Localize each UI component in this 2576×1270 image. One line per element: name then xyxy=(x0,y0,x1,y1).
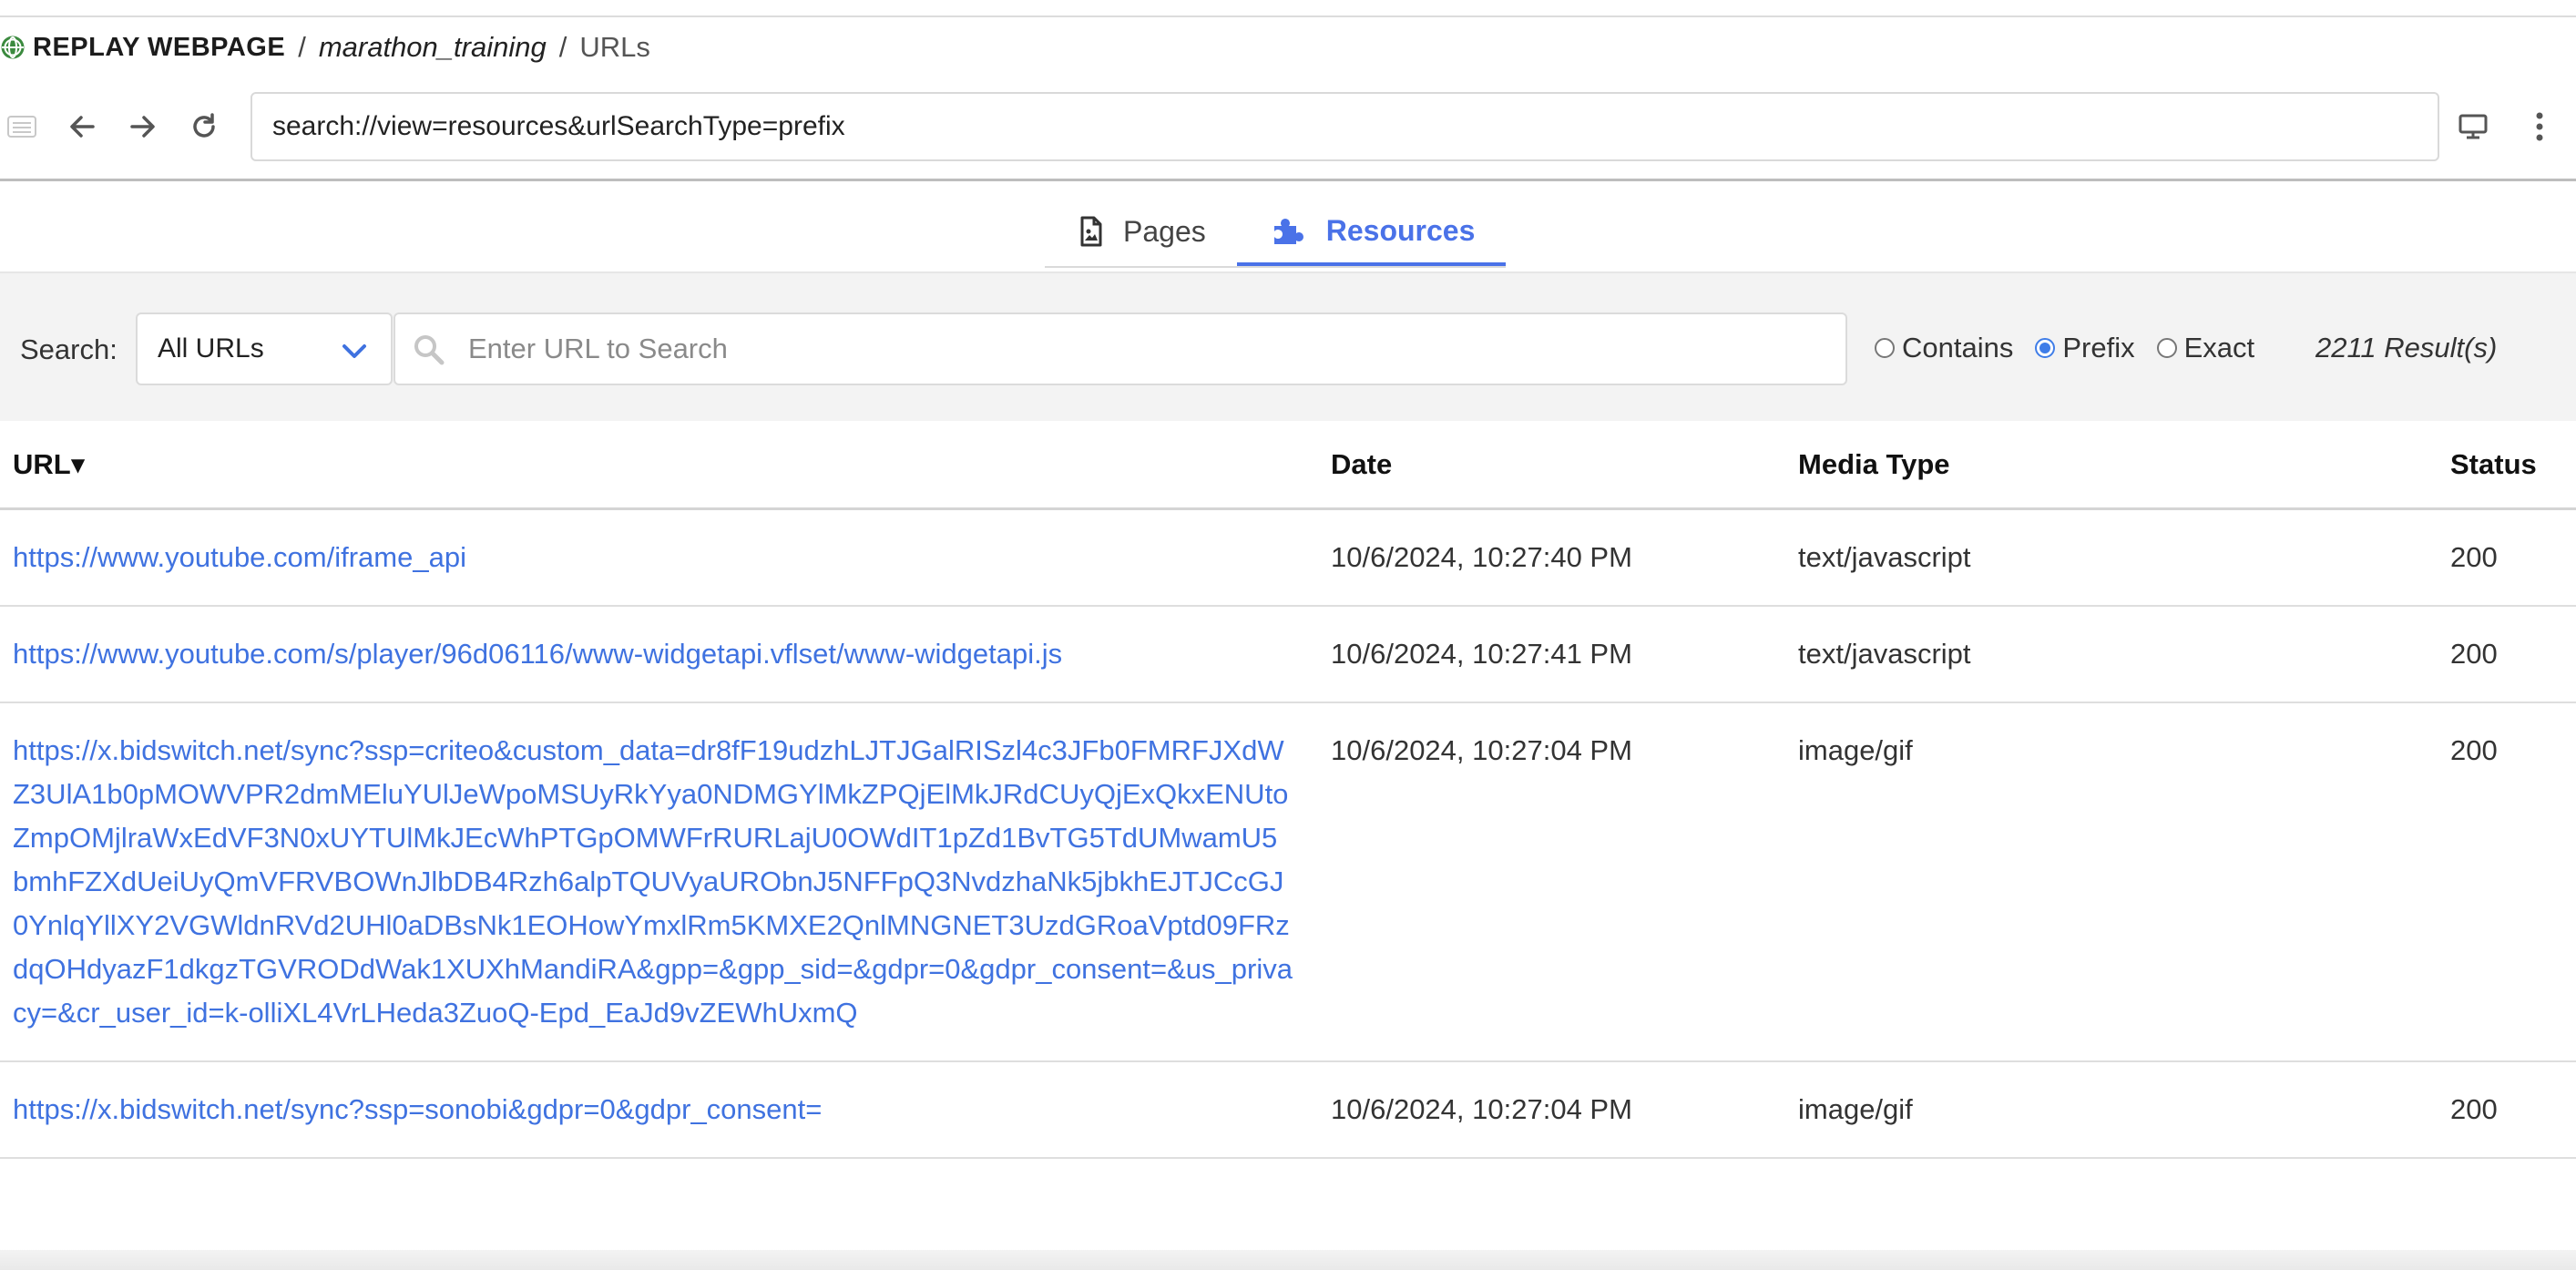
search-label: Search: xyxy=(20,333,118,365)
tab-resources[interactable]: Resources xyxy=(1236,199,1507,266)
breadcrumb-separator: / xyxy=(298,31,306,63)
tab-pages-label: Pages xyxy=(1123,214,1206,248)
chevron-down-icon xyxy=(342,336,367,367)
resource-date: 10/6/2024, 10:27:41 PM xyxy=(1305,606,1749,703)
column-header-url[interactable]: URL▾ xyxy=(0,421,1305,510)
resource-media-type: image/gif xyxy=(1749,702,2430,1062)
breadcrumb-current: URLs xyxy=(579,31,650,63)
column-header-status[interactable]: Status xyxy=(2430,421,2576,510)
resource-media-type: text/javascript xyxy=(1749,606,2430,703)
radio-button[interactable] xyxy=(2156,338,2177,358)
table-row[interactable]: https://x.bidswitch.net/sync?ssp=sonobi&… xyxy=(0,1061,2576,1159)
column-header-media-type[interactable]: Media Type xyxy=(1749,421,2430,510)
bottom-edge xyxy=(0,1250,2576,1270)
document-icon xyxy=(1079,216,1103,247)
resource-media-type: image/gif xyxy=(1749,1061,2430,1159)
back-arrow-icon[interactable] xyxy=(60,105,104,149)
radio-button[interactable] xyxy=(1875,338,1895,358)
sidebar-icon[interactable] xyxy=(0,105,44,149)
view-tabs: Pages Resources xyxy=(1045,199,1507,268)
resource-status: 200 xyxy=(2430,508,2576,607)
match-type-radios: Contains Prefix Exact xyxy=(1875,332,2276,364)
reload-icon[interactable] xyxy=(182,105,226,149)
resource-status: 200 xyxy=(2430,1061,2576,1159)
radio-label: Contains xyxy=(1902,332,2014,364)
table-row[interactable]: https://x.bidswitch.net/sync?ssp=criteo&… xyxy=(0,702,2576,1062)
more-vertical-icon[interactable] xyxy=(2518,105,2561,149)
search-placeholder: Enter URL to Search xyxy=(468,333,728,364)
nav-toolbar: search://view=resources&urlSearchType=pr… xyxy=(0,92,2576,163)
column-header-date[interactable]: Date xyxy=(1305,421,1749,510)
resource-url-link[interactable]: https://x.bidswitch.net/sync?ssp=criteo&… xyxy=(13,734,1293,1029)
url-scope-value: All URLs xyxy=(158,333,264,364)
radio-button-checked[interactable] xyxy=(2035,338,2056,358)
results-count: 2211 Result(s) xyxy=(2315,332,2498,364)
breadcrumb-separator: / xyxy=(558,31,567,63)
breadcrumb: REPLAY WEBPAGE / marathon_training / URL… xyxy=(0,26,650,69)
resource-url-link[interactable]: https://x.bidswitch.net/sync?ssp=sonobi&… xyxy=(13,1093,822,1125)
table-row[interactable]: https://www.youtube.com/s/player/96d0611… xyxy=(0,606,2576,703)
resource-status: 200 xyxy=(2430,606,2576,703)
globe-logo-icon xyxy=(0,35,26,60)
resource-date: 10/6/2024, 10:27:40 PM xyxy=(1305,508,1749,607)
radio-contains[interactable]: Contains xyxy=(1875,332,2013,364)
resource-status: 200 xyxy=(2430,702,2576,1062)
resource-url-link[interactable]: https://www.youtube.com/s/player/96d0611… xyxy=(13,638,1062,670)
url-bar[interactable]: search://view=resources&urlSearchType=pr… xyxy=(250,92,2439,161)
radio-exact[interactable]: Exact xyxy=(2156,332,2255,364)
search-panel: Search: All URLs Enter URL to Search Con… xyxy=(0,271,2576,421)
tab-pages[interactable]: Pages xyxy=(1045,199,1237,264)
resources-table: URL▾ Date Media Type Status https://www.… xyxy=(0,421,2576,1159)
radio-label: Prefix xyxy=(2062,332,2135,364)
brand-name[interactable]: REPLAY WEBPAGE xyxy=(33,33,285,63)
resource-url-link[interactable]: https://www.youtube.com/iframe_api xyxy=(13,541,466,573)
search-input[interactable]: Enter URL to Search xyxy=(394,312,1847,385)
radio-prefix[interactable]: Prefix xyxy=(2035,332,2135,364)
tab-resources-label: Resources xyxy=(1325,213,1476,247)
search-icon xyxy=(412,333,446,374)
puzzle-icon xyxy=(1272,215,1306,246)
table-header-row: URL▾ Date Media Type Status xyxy=(0,421,2576,510)
url-scope-select[interactable]: All URLs xyxy=(136,312,393,385)
breadcrumb-collection[interactable]: marathon_training xyxy=(319,31,547,64)
forward-arrow-icon[interactable] xyxy=(121,105,165,149)
radio-label: Exact xyxy=(2183,332,2255,364)
resource-date: 10/6/2024, 10:27:04 PM xyxy=(1305,1061,1749,1159)
top-divider xyxy=(0,15,2576,17)
table-row[interactable]: https://www.youtube.com/iframe_api 10/6/… xyxy=(0,508,2576,607)
resource-date: 10/6/2024, 10:27:04 PM xyxy=(1305,702,1749,1062)
toolbar-divider xyxy=(0,179,2576,181)
desktop-icon[interactable] xyxy=(2451,105,2495,149)
resource-media-type: text/javascript xyxy=(1749,508,2430,607)
